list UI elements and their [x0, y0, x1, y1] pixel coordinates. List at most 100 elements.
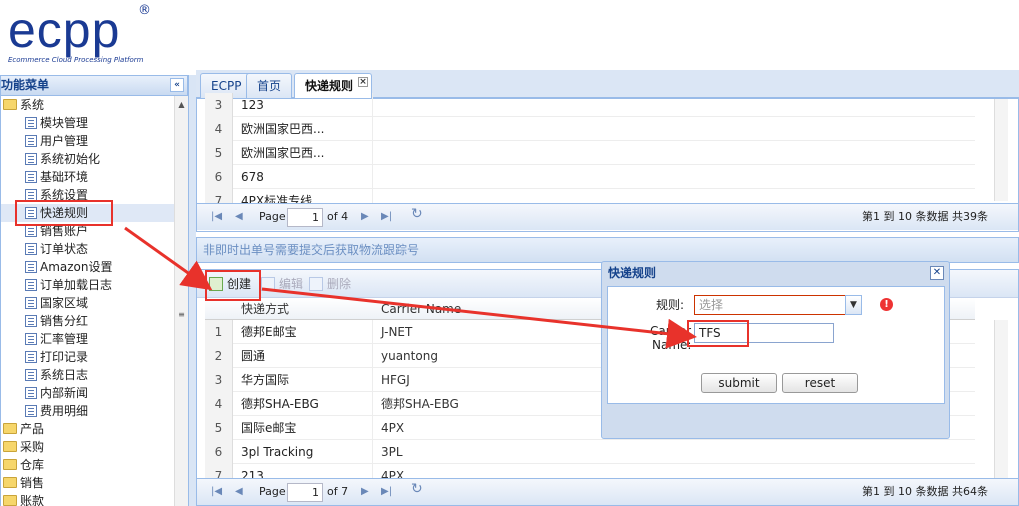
tree-item-label: 模块管理 [40, 116, 89, 130]
tree-item[interactable]: 用户管理 [1, 132, 88, 150]
menu-scrollbar[interactable]: ▲ ≡ [174, 96, 188, 506]
method-cell: 德邦SHA-EBG [235, 392, 373, 416]
scroll-up-icon[interactable]: ▲ [175, 98, 188, 111]
carrier-label-line1: Carrier [650, 324, 692, 338]
tree-item-label: 销售 [20, 476, 45, 490]
delete-icon [309, 277, 323, 291]
page-number-input[interactable]: 1 [287, 208, 323, 227]
carrier-cell: 德邦SHA-EBG [381, 397, 459, 411]
row-number: 6 [205, 165, 233, 189]
tree-item-label: Amazon设置 [40, 260, 113, 274]
carrier-cell: HFGJ [381, 373, 410, 387]
table-row[interactable]: 6 678 [205, 165, 975, 189]
bottom-grid-scrollbar[interactable] [994, 320, 1008, 480]
tree-item[interactable]: 订单加载日志 [1, 276, 112, 294]
tree-folder[interactable]: 仓库 [1, 456, 44, 474]
logo-subtitle: Ecommerce Cloud Processing Platform [8, 56, 144, 64]
refresh-icon[interactable]: ↻ [411, 482, 423, 496]
tree-item[interactable]: 内部新闻 [1, 384, 88, 402]
tree-item[interactable]: 汇率管理 [1, 330, 88, 348]
tree-item[interactable]: Amazon设置 [1, 258, 113, 276]
panel-splitter[interactable] [188, 75, 196, 506]
carrier-cell: J-NET [381, 325, 413, 339]
submit-button[interactable]: submit [701, 373, 777, 393]
rule-label: 规则: [656, 298, 685, 312]
method-cell: 3pl Tracking [235, 440, 373, 464]
next-page-icon[interactable]: ▶ [361, 211, 369, 223]
row-number: 5 [205, 416, 233, 440]
method-cell: 欧洲国家巴西... [235, 141, 373, 165]
refresh-icon[interactable]: ↻ [411, 207, 423, 221]
tree-item-label: 系统日志 [40, 368, 89, 382]
tree-item[interactable]: 费用明细 [1, 402, 88, 420]
list-icon [25, 315, 37, 327]
annotation-box-create [205, 270, 261, 301]
folder-icon [3, 99, 17, 110]
tree-folder[interactable]: 系统 [1, 96, 44, 114]
carrier-cell: yuantong [381, 349, 438, 363]
collapse-icon[interactable]: « [170, 78, 184, 92]
table-row[interactable]: 6 3pl Tracking 3PL [205, 440, 975, 464]
chevron-down-icon[interactable]: ▼ [845, 295, 862, 315]
last-page-icon[interactable]: ▶| [381, 211, 392, 223]
tree-item[interactable]: 国家区域 [1, 294, 88, 312]
tree-item[interactable]: 基础环境 [1, 168, 88, 186]
list-icon [25, 333, 37, 345]
table-row[interactable]: 5 欧洲国家巴西... [205, 141, 975, 165]
first-page-icon[interactable]: |◀ [211, 211, 222, 223]
tree-folder[interactable]: 销售 [1, 474, 44, 492]
row-number: 3 [205, 93, 233, 117]
bottom-grid-pager: |◀ ◀ Page 1 of 7 ▶ ▶| ↻ 第1 到 10 条数据 共64条 [197, 478, 1018, 505]
tree-item[interactable]: 打印记录 [1, 348, 88, 366]
folder-icon [3, 423, 17, 434]
tree-item-label: 用户管理 [40, 134, 89, 148]
top-grid-scrollbar[interactable] [994, 99, 1008, 201]
dialog-form: 规则: 选择 ▼ ! Carrier Name: TFS submit rese… [607, 286, 945, 404]
prev-page-icon[interactable]: ◀ [235, 211, 243, 223]
tree-folder[interactable]: 采购 [1, 438, 44, 456]
tab-label: 快递规则 [305, 79, 354, 93]
reset-button[interactable]: reset [782, 373, 858, 393]
tree-item-label: 基础环境 [40, 170, 89, 184]
carrier-cell: 4PX [381, 421, 405, 435]
dialog-title[interactable]: 快递规则 [602, 262, 949, 284]
tree-item-label: 产品 [20, 422, 45, 436]
tree-item-label: 打印记录 [40, 350, 89, 364]
list-icon [25, 117, 37, 129]
edit-button[interactable]: 编辑 [261, 275, 303, 293]
list-icon [25, 171, 37, 183]
tree-item-label: 内部新闻 [40, 386, 89, 400]
row-number: 4 [205, 117, 233, 141]
page-number-input[interactable]: 1 [287, 483, 323, 502]
page-label: Page [259, 485, 286, 498]
rule-select[interactable]: 选择 ▼ [694, 295, 862, 315]
last-page-icon[interactable]: ▶| [381, 486, 392, 498]
prev-page-icon[interactable]: ◀ [235, 486, 243, 498]
scroll-grip-icon[interactable]: ≡ [175, 308, 188, 321]
table-row[interactable]: 4 欧洲国家巴西... [205, 117, 975, 141]
method-cell: 圆通 [235, 344, 373, 368]
folder-icon [3, 441, 17, 452]
tree-item[interactable]: 模块管理 [1, 114, 88, 132]
close-icon[interactable]: ✕ [930, 266, 944, 280]
table-row[interactable]: 3 123 [205, 93, 975, 117]
next-page-icon[interactable]: ▶ [361, 486, 369, 498]
row-number: 6 [205, 440, 233, 464]
row-number: 4 [205, 392, 233, 416]
tree-item[interactable]: 销售分红 [1, 312, 88, 330]
first-page-icon[interactable]: |◀ [211, 486, 222, 498]
tree-item-label: 系统 [20, 98, 45, 112]
tree-folder[interactable]: 产品 [1, 420, 44, 438]
tree-item[interactable]: 订单状态 [1, 240, 88, 258]
tree-folder[interactable]: 账款 [1, 492, 44, 506]
tree-item-label: 国家区域 [40, 296, 89, 310]
tree-item-label: 仓库 [20, 458, 45, 472]
tree-item[interactable]: 系统初始化 [1, 150, 100, 168]
menu-tree: 系统 模块管理 用户管理 系统初始化 基础环境 系统设置 快递规则 销售账户 订单状态 Amazo… [0, 96, 174, 506]
delete-button[interactable]: 删除 [309, 275, 351, 293]
folder-icon [3, 459, 17, 470]
column-header-method[interactable]: 快递方式 [235, 298, 289, 320]
column-header-carrier[interactable]: Carrier Name [375, 298, 461, 320]
close-icon[interactable]: × [358, 77, 369, 87]
tree-item[interactable]: 系统日志 [1, 366, 88, 384]
